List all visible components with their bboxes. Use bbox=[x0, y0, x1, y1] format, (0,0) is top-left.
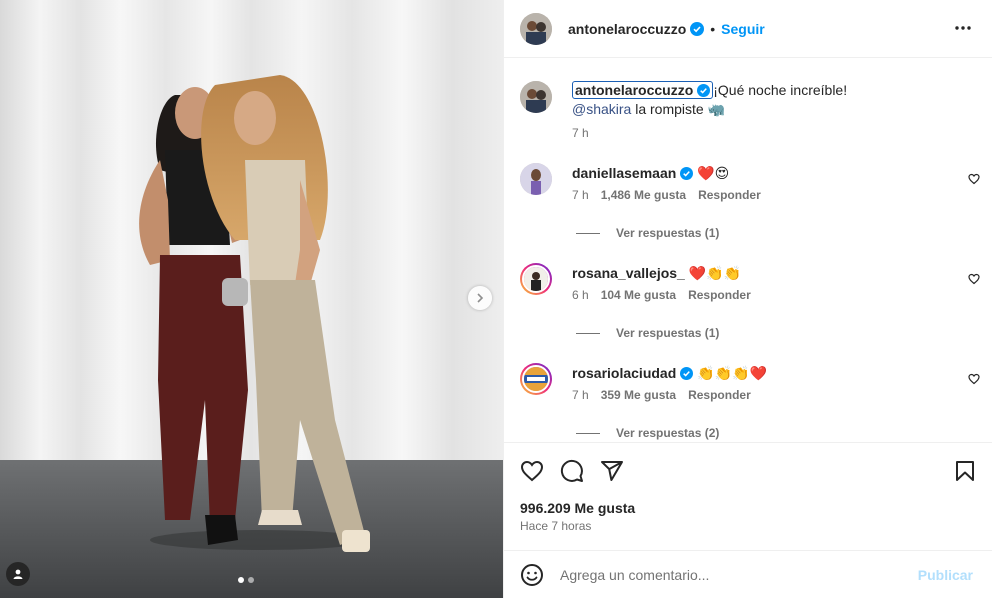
comment-username[interactable]: daniellasemaan bbox=[572, 165, 676, 181]
caption-time: 7 h bbox=[572, 126, 589, 140]
follow-button[interactable]: Seguir bbox=[721, 21, 765, 37]
replies-line bbox=[576, 232, 600, 234]
caption-mention[interactable]: @shakira bbox=[572, 101, 631, 117]
post-time: Hace 7 horas bbox=[520, 519, 592, 533]
comment-text: 👏👏👏❤️ bbox=[697, 366, 767, 382]
commenter-avatar[interactable] bbox=[520, 363, 552, 395]
post-header: antonelaroccuzzo • Seguir bbox=[504, 0, 992, 58]
chevron-right-icon bbox=[477, 293, 484, 303]
caption-text-2: la rompiste bbox=[635, 101, 704, 117]
comment-composer: Publicar bbox=[504, 550, 992, 598]
comment-username[interactable]: rosana_vallejos_ bbox=[572, 265, 685, 281]
tagged-users-button[interactable] bbox=[6, 562, 30, 586]
heart-icon[interactable] bbox=[520, 459, 544, 483]
post-photo bbox=[0, 0, 503, 598]
post-caption: antonelaroccuzzo ¡Qué noche increíble! @s… bbox=[520, 81, 952, 143]
carousel-indicators bbox=[238, 577, 254, 583]
verified-icon bbox=[690, 21, 705, 36]
comment-likes[interactable]: 359 Me gusta bbox=[601, 388, 676, 402]
separator-bullet: • bbox=[710, 20, 716, 37]
emoji-icon[interactable] bbox=[520, 563, 544, 587]
comment-likes[interactable]: 1,486 Me gusta bbox=[601, 188, 686, 202]
avatar-image bbox=[520, 81, 552, 113]
commenter-avatar[interactable] bbox=[520, 163, 552, 195]
caption-author-avatar[interactable] bbox=[520, 81, 552, 113]
avatar-image bbox=[524, 267, 548, 291]
view-replies-button[interactable]: Ver respuestas (1) bbox=[576, 326, 719, 340]
author-avatar[interactable] bbox=[520, 12, 552, 45]
carousel-dot bbox=[248, 577, 254, 583]
comments-list[interactable]: antonelaroccuzzo ¡Qué noche increíble! @s… bbox=[504, 59, 992, 442]
comment-text: ❤️👏👏 bbox=[688, 266, 742, 282]
view-replies-label: Ver respuestas (1) bbox=[616, 226, 720, 240]
comment-heart-icon[interactable] bbox=[968, 173, 980, 185]
instagram-post-modal: antonelaroccuzzo • Seguir antonelaroccuz… bbox=[0, 0, 992, 598]
comment-time: 6 h bbox=[572, 288, 589, 302]
user-tag-icon bbox=[13, 569, 23, 579]
comment-username[interactable]: rosariolaciudad bbox=[572, 365, 676, 381]
verified-icon bbox=[680, 167, 694, 180]
comment-text: ❤️😍 bbox=[697, 166, 730, 182]
post-comment-button[interactable]: Publicar bbox=[918, 567, 973, 583]
comment-time: 7 h bbox=[572, 388, 589, 402]
more-icon[interactable] bbox=[953, 18, 973, 38]
share-icon[interactable] bbox=[600, 459, 624, 483]
caption-text: ¡Qué noche increíble! bbox=[713, 82, 848, 98]
verified-icon bbox=[680, 367, 694, 380]
comment-heart-icon[interactable] bbox=[968, 273, 980, 285]
caption-emoji: 🦏 bbox=[707, 102, 726, 118]
replies-line bbox=[576, 332, 600, 334]
caption-username[interactable]: antonelaroccuzzo bbox=[572, 81, 714, 99]
comment-input[interactable] bbox=[560, 566, 890, 583]
carousel-dot-active bbox=[238, 577, 244, 583]
reply-button[interactable]: Responder bbox=[688, 388, 751, 402]
reply-button[interactable]: Responder bbox=[698, 188, 761, 202]
author-username[interactable]: antonelaroccuzzo bbox=[568, 21, 686, 37]
comment-time: 7 h bbox=[572, 188, 589, 202]
avatar-image bbox=[520, 163, 552, 195]
view-replies-button[interactable]: Ver respuestas (2) bbox=[576, 426, 719, 440]
comment-meta: 6 h 104 Me gusta Responder bbox=[572, 288, 751, 302]
view-replies-button[interactable]: Ver respuestas (1) bbox=[576, 226, 719, 240]
view-replies-label: Ver respuestas (2) bbox=[616, 426, 720, 440]
comment-icon[interactable] bbox=[560, 459, 584, 483]
bookmark-icon[interactable] bbox=[953, 459, 977, 483]
comment-meta: 7 h 1,486 Me gusta Responder bbox=[572, 188, 761, 202]
comment-heart-icon[interactable] bbox=[968, 373, 980, 385]
replies-line bbox=[576, 432, 600, 434]
comment-likes[interactable]: 104 Me gusta bbox=[601, 288, 676, 302]
avatar-image bbox=[524, 367, 548, 391]
avatar-image bbox=[520, 12, 552, 45]
comment-item: rosariolaciudad 👏👏👏❤️ 7 h 359 Me gusta Res… bbox=[520, 363, 980, 402]
next-image-button[interactable] bbox=[468, 286, 492, 310]
comment-meta: 7 h 359 Me gusta Responder bbox=[572, 388, 767, 402]
post-actions: 996.209 Me gusta Hace 7 horas bbox=[504, 442, 992, 550]
likes-count[interactable]: 996.209 Me gusta bbox=[520, 500, 635, 516]
verified-icon bbox=[697, 84, 711, 97]
post-media[interactable] bbox=[0, 0, 503, 598]
comment-item: daniellasemaan ❤️😍 7 h 1,486 Me gusta Resp… bbox=[520, 163, 980, 202]
reply-button[interactable]: Responder bbox=[688, 288, 751, 302]
view-replies-label: Ver respuestas (1) bbox=[616, 326, 720, 340]
comment-item: rosana_vallejos_ ❤️👏👏 6 h 104 Me gusta Res… bbox=[520, 263, 980, 302]
post-details-panel: antonelaroccuzzo • Seguir antonelaroccuz… bbox=[503, 0, 992, 598]
commenter-avatar[interactable] bbox=[520, 263, 552, 295]
